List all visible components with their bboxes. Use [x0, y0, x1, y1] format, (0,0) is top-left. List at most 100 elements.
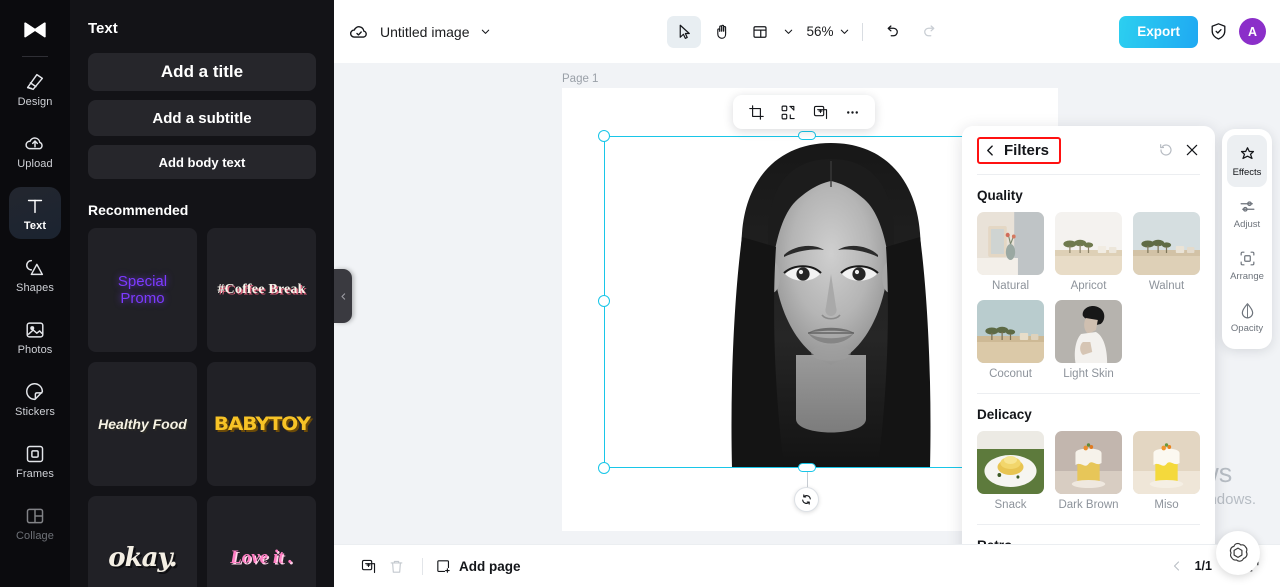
sidebar-item-label: Text [23, 219, 47, 232]
duplicate-page-button[interactable] [354, 553, 382, 579]
assistant-swirl-icon [1229, 542, 1248, 562]
selection-handle-top-center[interactable] [798, 131, 816, 140]
sidebar-item-shapes[interactable]: Shapes [9, 249, 61, 301]
sidebar-item-upload[interactable]: Upload [9, 125, 61, 177]
filter-group-title: Retro [977, 525, 1200, 544]
dock-item-arrange[interactable]: Arrange [1227, 239, 1267, 291]
select-tool-button[interactable] [667, 15, 701, 48]
canvas-area[interactable]: Page 1 Windows. Filters Quality Natural … [334, 63, 1280, 544]
layout-panel-icon [753, 25, 767, 38]
crop-button[interactable] [741, 98, 771, 126]
crop-icon [748, 104, 764, 120]
text-style-card[interactable]: Healthy Food [88, 362, 197, 486]
add-a-title-button[interactable]: Add a title [88, 53, 316, 91]
sliders-icon [1240, 200, 1254, 212]
shield-check-icon[interactable] [1208, 21, 1229, 42]
layout-chevron-down-icon[interactable] [783, 26, 794, 37]
delete-page-button[interactable] [382, 553, 410, 579]
sidebar-item-design[interactable]: Design [9, 63, 61, 115]
desert-palms-cool-thumb [1133, 212, 1200, 275]
filter-item[interactable]: Light Skin [1055, 300, 1122, 380]
redo-button[interactable] [913, 16, 947, 48]
sidebar-item-label: Frames [16, 467, 54, 480]
dock-item-effects[interactable]: Effects [1227, 135, 1267, 187]
export-button[interactable]: Export [1119, 15, 1198, 48]
undo-button[interactable] [875, 16, 909, 48]
avatar[interactable]: A [1239, 18, 1266, 45]
filter-item[interactable]: Miso [1133, 431, 1200, 511]
cloud-saved-icon[interactable] [348, 21, 370, 43]
add-page-label: Add page [459, 558, 521, 574]
hand-tool-button[interactable] [705, 16, 739, 48]
filters-body[interactable]: Quality Natural Apricot Walnut Coconut L… [962, 175, 1215, 544]
close-x-icon[interactable] [1184, 142, 1200, 158]
desert-palms-bright-thumb [1055, 212, 1122, 275]
text-style-card[interactable]: BABYTOY [207, 362, 316, 486]
filter-name: Natural [991, 280, 1030, 292]
layout-tool-button[interactable] [743, 16, 777, 48]
filters-back-button[interactable]: Filters [977, 136, 1062, 164]
app-root: Design Upload Text Shapes Photos Sticker… [0, 0, 1280, 587]
chevron-left-icon[interactable] [1171, 560, 1183, 572]
chevron-left-icon [987, 144, 993, 156]
chevron-down-icon[interactable] [480, 26, 491, 37]
sidebar-item-photos[interactable]: Photos [9, 311, 61, 363]
filter-thumbnail [1055, 431, 1122, 494]
dock-item-opacity[interactable]: Opacity [1227, 291, 1267, 343]
rotate-button[interactable] [794, 487, 819, 512]
filter-item[interactable]: Walnut [1133, 212, 1200, 292]
filter-item[interactable]: Coconut [977, 300, 1044, 380]
cursor-arrow-icon [679, 24, 690, 39]
sidebar-item-collage[interactable]: Collage [9, 497, 61, 549]
filter-item[interactable]: Apricot [1055, 212, 1122, 292]
filter-name: Coconut [989, 368, 1032, 380]
sidebar-item-text[interactable]: Text [9, 187, 61, 239]
selection-handle-bottom-left[interactable] [598, 462, 610, 474]
filter-item[interactable]: Snack [977, 431, 1044, 511]
add-body-text-button[interactable]: Add body text [88, 145, 316, 179]
add-a-subtitle-button[interactable]: Add a subtitle [88, 100, 316, 136]
filter-name: Light Skin [1063, 368, 1114, 380]
dock-item-label: Adjust [1233, 218, 1261, 230]
rail-divider [22, 56, 48, 57]
dock-item-adjust[interactable]: Adjust [1227, 187, 1267, 239]
panel-collapse-handle[interactable] [334, 269, 352, 323]
selection-handle-top-left[interactable] [598, 130, 610, 142]
sidebar-item-label: Upload [17, 157, 53, 170]
filter-name: Walnut [1148, 280, 1185, 292]
zoom-chevron-down-icon [840, 29, 849, 34]
filter-item[interactable]: Dark Brown [1055, 431, 1122, 511]
sidebar-item-label: Photos [17, 343, 53, 356]
filters-header: Filters [962, 126, 1215, 174]
replace-button[interactable] [773, 98, 803, 126]
document-title[interactable]: Untitled image [380, 24, 470, 40]
capcut-logo-icon[interactable] [15, 14, 55, 48]
filter-thumbnail [1133, 212, 1200, 275]
add-page-button[interactable]: Add page [435, 558, 521, 575]
filter-thumbnail [977, 431, 1044, 494]
text-panel: Text Add a title Add a subtitle Add body… [70, 0, 334, 587]
duplicate-button[interactable] [805, 98, 835, 126]
hand-icon [717, 24, 727, 39]
desert-palms-teal-thumb [977, 300, 1044, 363]
text-style-card[interactable]: okay. [88, 496, 197, 587]
assistant-bubble[interactable] [1216, 531, 1260, 575]
reset-circle-icon[interactable] [1158, 142, 1174, 158]
page-count: 1/1 [1194, 559, 1212, 573]
zoom-control[interactable]: 56% [804, 24, 850, 39]
text-style-card[interactable]: Special Promo [88, 228, 197, 352]
sidebar-item-stickers[interactable]: Stickers [9, 373, 61, 425]
more-button[interactable] [837, 98, 867, 126]
filter-item[interactable]: Natural [977, 212, 1044, 292]
selection-handle-middle-left[interactable] [598, 295, 610, 307]
topbar-left: Untitled image [348, 21, 491, 43]
duplicate-page-icon [361, 559, 375, 573]
selection-handle-bottom-center[interactable] [798, 463, 816, 472]
arrange-box-icon [1240, 251, 1254, 265]
text-style-card[interactable]: #Coffee Break [207, 228, 316, 352]
filter-grid-delicacy: Snack Dark Brown Miso [977, 431, 1200, 511]
text-style-card[interactable]: Love it . [207, 496, 316, 587]
text-t-icon [27, 199, 43, 213]
sidebar-item-frames[interactable]: Frames [9, 435, 61, 487]
right-dock: Effects Adjust Arrange Opacity [1222, 129, 1272, 349]
